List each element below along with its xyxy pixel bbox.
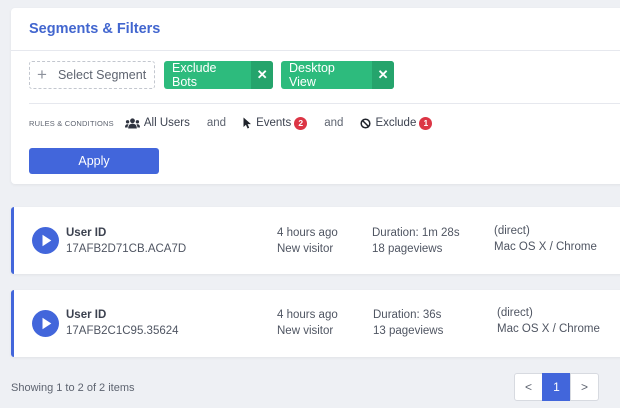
users-icon — [124, 117, 140, 129]
os-browser: Mac OS X / Chrome — [497, 323, 600, 335]
remove-chip-icon[interactable]: ✕ — [251, 61, 273, 89]
time-cell: 4 hours ago New visitor — [277, 307, 338, 339]
apply-button[interactable]: Apply — [29, 148, 159, 174]
user-id-value: 17AFB2D71CB.ACA7D — [66, 243, 187, 255]
rule-label: Events — [256, 117, 292, 129]
select-segment-label: Select Segment — [57, 68, 147, 82]
pageview-count: 13 pageviews — [373, 325, 444, 337]
remove-chip-icon[interactable]: ✕ — [372, 61, 394, 89]
segments-filters-panel: Segments & Filters + Select Segment Excl… — [11, 8, 620, 184]
conjunction: and — [324, 117, 344, 129]
exclude-count-badge: 1 — [419, 116, 433, 130]
user-id-value: 17AFB2C1C95.35624 — [66, 325, 179, 337]
session-row[interactable]: User ID 17AFB2C1C95.35624 4 hours ago Ne… — [11, 290, 620, 357]
session-time: 4 hours ago — [277, 227, 338, 239]
rules-conditions-row: RULES & CONDITIONS All Users and Events … — [29, 114, 433, 132]
session-time: 4 hours ago — [277, 309, 338, 321]
rule-label: Exclude — [375, 117, 417, 129]
title-divider — [11, 50, 620, 51]
visitor-type: New visitor — [277, 325, 334, 337]
source-cell: (direct) Mac OS X / Chrome — [497, 305, 600, 337]
session-row[interactable]: User ID 17AFB2D71CB.ACA7D 4 hours ago Ne… — [11, 207, 620, 274]
os-browser: Mac OS X / Chrome — [494, 241, 597, 253]
user-cell: User ID 17AFB2D71CB.ACA7D — [66, 225, 186, 257]
duration-cell: Duration: 36s 13 pageviews — [373, 307, 443, 339]
segment-chip-exclude-bots: Exclude Bots ✕ — [164, 61, 273, 89]
play-icon[interactable] — [32, 310, 59, 337]
rule-exclude[interactable]: Exclude 1 — [360, 116, 433, 130]
pageview-count: 18 pageviews — [372, 243, 443, 255]
play-icon[interactable] — [32, 227, 59, 254]
duration-cell: Duration: 1m 28s 18 pageviews — [372, 225, 460, 257]
time-cell: 4 hours ago New visitor — [277, 225, 338, 257]
ban-icon — [360, 117, 371, 129]
session-duration: Duration: 36s — [373, 309, 442, 321]
user-id-label: User ID — [66, 309, 107, 321]
panel-title: Segments & Filters — [29, 21, 161, 37]
session-duration: Duration: 1m 28s — [372, 227, 460, 239]
events-count-badge: 2 — [294, 116, 308, 130]
rules-divider — [29, 103, 620, 104]
cursor-icon — [243, 117, 252, 129]
prev-page-button[interactable]: < — [514, 373, 543, 401]
rule-label: All Users — [143, 117, 190, 129]
pagination-summary: Showing 1 to 2 of 2 items — [11, 382, 135, 394]
pagination: < 1 > — [514, 373, 599, 401]
rule-all-users[interactable]: All Users — [124, 117, 190, 129]
segment-chip-desktop-view: Desktop View ✕ — [281, 61, 394, 89]
conjunction: and — [206, 117, 227, 129]
user-cell: User ID 17AFB2C1C95.35624 — [66, 307, 179, 339]
rules-conditions-label: RULES & CONDITIONS — [29, 118, 114, 128]
plus-icon: + — [37, 64, 47, 84]
source-cell: (direct) Mac OS X / Chrome — [494, 223, 597, 255]
page-1-button[interactable]: 1 — [542, 373, 571, 401]
user-id-label: User ID — [66, 227, 107, 239]
chip-label: Exclude Bots — [172, 61, 217, 89]
chip-label: Desktop View — [289, 61, 335, 89]
rule-events[interactable]: Events 2 — [243, 116, 308, 130]
next-page-button[interactable]: > — [570, 373, 599, 401]
visitor-type: New visitor — [277, 243, 334, 255]
select-segment-button[interactable]: + Select Segment — [29, 61, 155, 89]
traffic-source: (direct) — [497, 307, 533, 319]
traffic-source: (direct) — [494, 225, 530, 237]
